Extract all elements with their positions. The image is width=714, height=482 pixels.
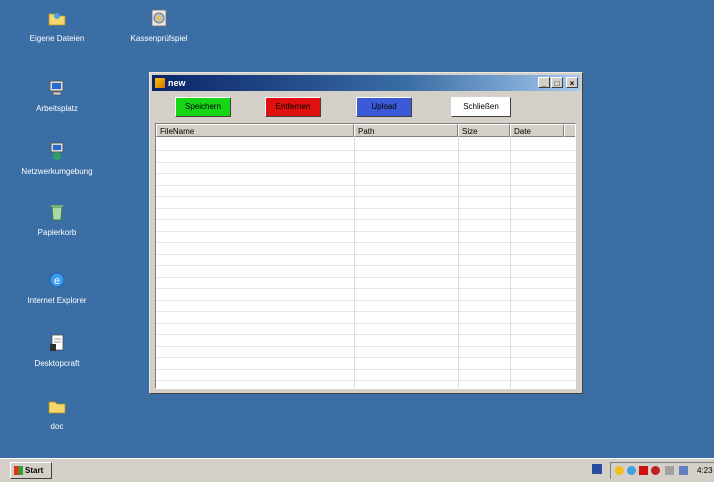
column-header-filler (564, 124, 575, 137)
app-window: new _ □ × Speichern Entfernen Upload Sch… (149, 72, 583, 394)
grid-row-line (156, 322, 575, 324)
grid-row-line (156, 334, 575, 335)
desktop-icon-netzwerkumgebung[interactable]: Netzwerkumgebung (17, 141, 97, 177)
folder-icon (48, 401, 66, 414)
desktop-icon-arbeitsplatz[interactable]: Arbeitsplatz (17, 78, 97, 114)
grid-row-line (156, 345, 575, 347)
cd-icon (151, 9, 167, 27)
column-header-path[interactable]: Path (354, 124, 458, 137)
tray-alert-icon[interactable] (651, 466, 660, 475)
maximize-button[interactable]: □ (551, 77, 563, 88)
tray-connection-icon[interactable] (679, 466, 688, 475)
desktop-icon-label: Netzwerkumgebung (21, 167, 93, 176)
desktop-icon-desktopcraft[interactable]: Desktopcraft (17, 333, 97, 369)
remove-button[interactable]: Entfernen (265, 97, 321, 117)
grid-row-line (156, 357, 575, 358)
grid-column-line (510, 137, 511, 388)
desktop-icon-label: Eigene Dateien (29, 34, 85, 43)
system-tray: 4:23 (610, 462, 714, 479)
save-button[interactable]: Speichern (175, 97, 231, 117)
column-header-date[interactable]: Date (510, 124, 564, 137)
upload-button[interactable]: Upload (356, 97, 412, 117)
desktop: Eigene Dateien Kassenprüfspiel Arbeitspl… (0, 0, 714, 458)
svg-text:e: e (54, 275, 60, 287)
desktop-icon-internet-explorer[interactable]: e Internet Explorer (17, 270, 97, 306)
desktop-icon-label: Kassenprüfspiel (130, 34, 188, 43)
grid-row-line (156, 276, 575, 278)
desktop-icon-papierkorb[interactable]: Papierkorb (17, 202, 97, 238)
desktop-icon-kassenpruefspiel[interactable]: Kassenprüfspiel (119, 8, 199, 44)
column-header-filename[interactable]: FileName (156, 124, 354, 137)
grid-row-line (156, 173, 575, 174)
close-button[interactable]: × (566, 77, 578, 88)
grid-row-line (156, 380, 575, 381)
grid-column-line (458, 137, 459, 388)
taskbar: Start 4:23 (0, 458, 714, 482)
tray-status-icon[interactable] (615, 466, 624, 475)
tray-volume-icon[interactable] (665, 466, 674, 475)
quicklaunch-icon[interactable] (592, 464, 602, 474)
window-title: new (168, 78, 186, 88)
desktop-icon-doc[interactable]: doc (17, 396, 97, 432)
app-icon (155, 78, 165, 88)
file-list[interactable]: FileName Path Size Date (155, 123, 576, 389)
column-header-size[interactable]: Size (458, 124, 510, 137)
close-app-button[interactable]: Schließen (451, 97, 511, 117)
minimize-button[interactable]: _ (538, 77, 550, 88)
grid-row-line (156, 161, 575, 163)
recycle-bin-icon (51, 205, 63, 221)
start-label: Start (25, 466, 44, 475)
taskbar-clock[interactable]: 4:23 (697, 463, 713, 479)
desktop-icon-label: Internet Explorer (27, 296, 87, 305)
tray-antivirus-icon[interactable] (639, 466, 648, 475)
start-button[interactable]: Start (10, 462, 52, 479)
desktop-icon-label: Arbeitsplatz (36, 104, 78, 113)
grid-column-line (354, 137, 355, 388)
grid-row-line (156, 288, 575, 289)
grid-row-line (156, 196, 575, 197)
grid-row-line (156, 219, 575, 220)
computer-icon (49, 80, 64, 96)
desktop-icon-label: Papierkorb (37, 228, 77, 237)
grid-row-line (156, 368, 575, 370)
window-titlebar[interactable]: new _ □ × (152, 75, 580, 91)
windows-logo-icon (14, 466, 23, 475)
tray-network-icon[interactable] (627, 466, 636, 475)
grid-row-line (156, 207, 575, 209)
grid-row-line (156, 311, 575, 312)
grid-row-line (156, 150, 575, 151)
grid-row-line (156, 265, 575, 266)
desktop-icon-label: doc (50, 422, 64, 431)
document-icon (50, 334, 64, 351)
grid-row-line (156, 230, 575, 232)
network-icon (50, 142, 64, 160)
folder-icon (48, 13, 66, 26)
desktop-icon-eigene-dateien[interactable]: Eigene Dateien (17, 8, 97, 44)
ie-icon: e (49, 272, 65, 288)
desktop-icon-label: Desktopcraft (34, 359, 80, 368)
grid-row-line (156, 184, 575, 186)
grid-row-line (156, 299, 575, 301)
grid-row-line (156, 253, 575, 255)
grid-row-line (156, 242, 575, 243)
